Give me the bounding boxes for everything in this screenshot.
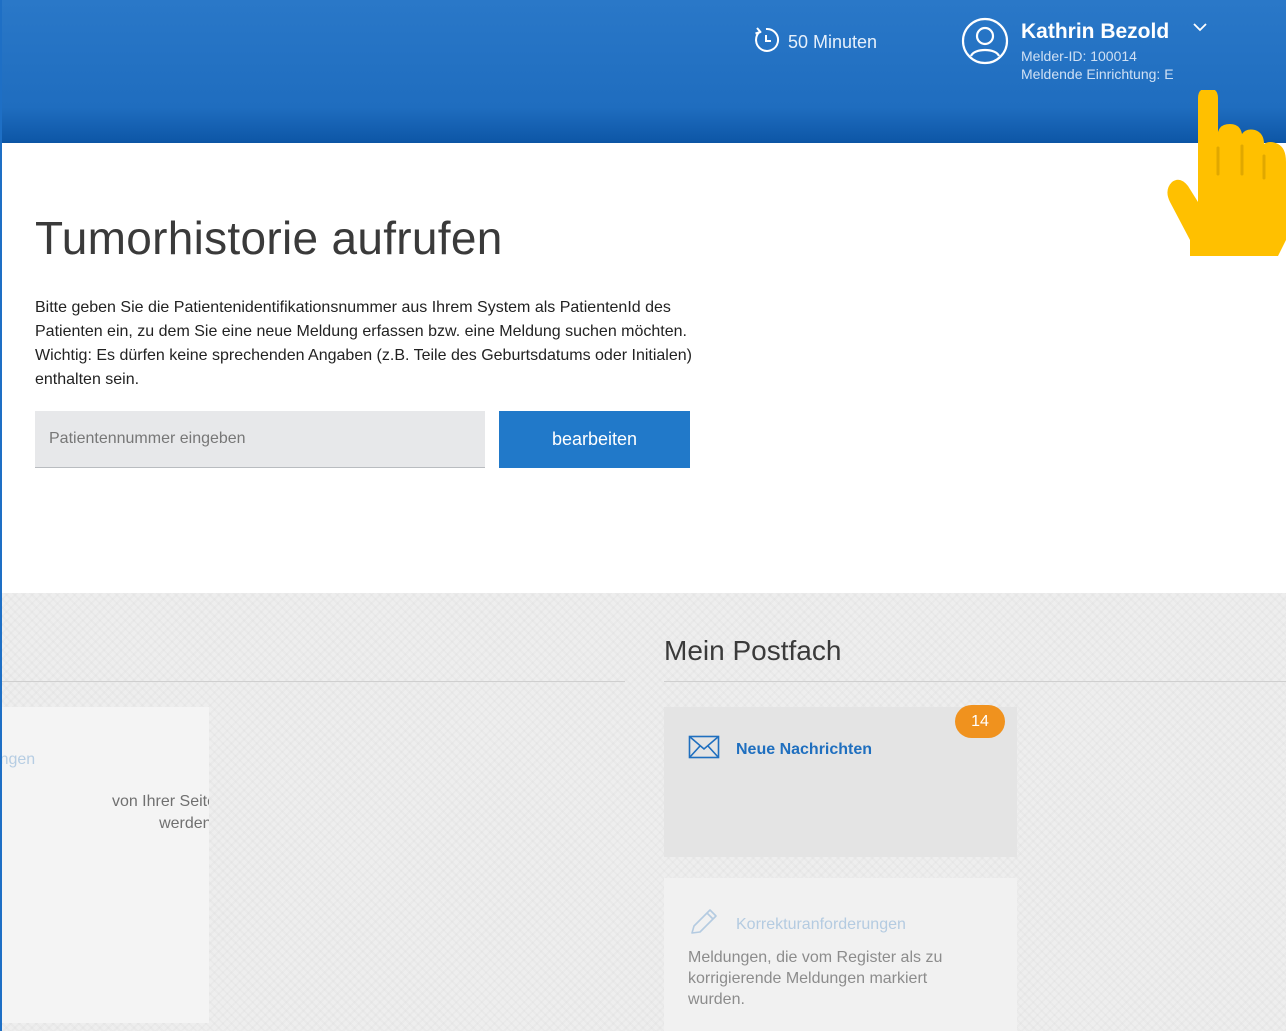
- pencil-icon: [688, 907, 720, 942]
- reports-tile-desc-line: werden.: [159, 815, 209, 832]
- new-messages-label[interactable]: Neue Nachrichten: [736, 741, 872, 759]
- dashboard-area: Mein Postfach Meldungen von Ihrer Seite …: [0, 593, 1286, 1031]
- reports-tile-description: von Ihrer Seite werden.: [0, 791, 209, 835]
- window-left-edge: [0, 0, 2, 1031]
- user-meta: Melder-ID: 100014 Meldende Einrichtung: …: [1021, 47, 1174, 83]
- timer-icon: [752, 26, 780, 59]
- session-timer: 50 Minuten: [752, 26, 877, 59]
- page-title: Tumorhistorie aufrufen: [35, 212, 503, 264]
- section-divider-right: [664, 681, 1286, 682]
- session-timer-label: 50 Minuten: [788, 32, 878, 52]
- instructions-text: Bitte geben Sie die Patientenidentifikat…: [35, 299, 692, 388]
- envelope-icon: [688, 735, 720, 764]
- reporting-institution: Meldende Einrichtung: E: [1021, 66, 1174, 82]
- top-header: 50 Minuten Kathrin Bezold Melder-ID: 100…: [0, 0, 1286, 143]
- user-circle-icon[interactable]: [961, 17, 1009, 70]
- reports-tile-desc-line: von Ihrer Seite: [111, 793, 209, 810]
- corrections-tile[interactable]: Korrekturanforderungen Meldungen, die vo…: [664, 878, 1017, 1031]
- section-divider-left: [0, 681, 625, 682]
- reports-tile-title: Meldungen: [0, 751, 36, 768]
- tumor-history-card: Tumorhistorie aufrufen Bitte geben Sie d…: [0, 143, 1286, 593]
- new-messages-header: Neue Nachrichten: [688, 735, 872, 764]
- corrections-label[interactable]: Korrekturanforderungen: [736, 916, 906, 934]
- reports-tile[interactable]: Meldungen von Ihrer Seite werden.: [0, 707, 209, 1023]
- patient-number-input[interactable]: [35, 411, 485, 468]
- corrections-description: Meldungen, die vom Register als zu korri…: [688, 949, 943, 1008]
- new-messages-count-badge: 14: [955, 705, 1005, 738]
- chevron-down-icon[interactable]: [1192, 20, 1208, 38]
- corrections-header: Korrekturanforderungen: [688, 907, 906, 942]
- melder-id: Melder-ID: 100014: [1021, 48, 1137, 64]
- edit-button[interactable]: bearbeiten: [499, 411, 690, 468]
- user-name[interactable]: Kathrin Bezold: [1021, 20, 1169, 44]
- hand-pointer-icon: [1160, 88, 1286, 261]
- mailbox-title: Mein Postfach: [664, 635, 842, 666]
